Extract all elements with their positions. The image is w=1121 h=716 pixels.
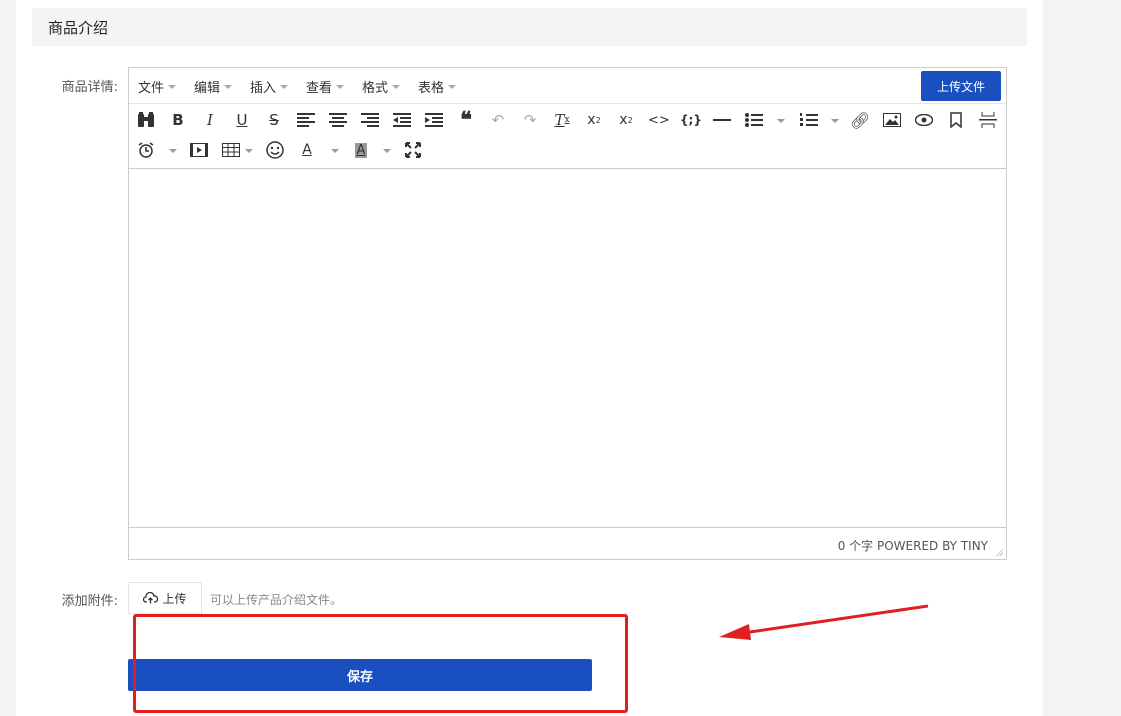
horizontal-rule-icon[interactable] bbox=[712, 109, 732, 131]
menu-edit[interactable]: 编辑 bbox=[194, 77, 233, 96]
editor-menubar: 文件 编辑 插入 查看 格式 表格 上传文件 bbox=[129, 68, 1006, 104]
chevron-down-icon bbox=[280, 84, 289, 89]
subscript-icon[interactable]: x2 bbox=[584, 109, 604, 131]
outdent-icon[interactable] bbox=[392, 109, 412, 131]
italic-icon[interactable]: I bbox=[200, 109, 220, 131]
section-header: 商品介绍 bbox=[32, 8, 1027, 46]
code-sample-icon[interactable]: {;} bbox=[680, 109, 702, 131]
attachment-label: 添加附件: bbox=[61, 594, 118, 609]
background-color-icon[interactable]: A bbox=[351, 139, 371, 161]
editor-content-area[interactable] bbox=[129, 168, 1006, 528]
menu-edit-label: 编辑 bbox=[194, 81, 221, 96]
chevron-down-icon[interactable] bbox=[169, 149, 177, 153]
superscript-icon[interactable]: x2 bbox=[616, 109, 636, 131]
align-center-icon[interactable] bbox=[328, 109, 348, 131]
section-title: 商品介绍 bbox=[48, 18, 109, 37]
redo-icon[interactable]: ↷ bbox=[520, 109, 540, 131]
word-count-status: 0 个字 POWERED BY TINY bbox=[837, 539, 988, 553]
clear-format-icon[interactable]: Tx bbox=[552, 109, 572, 131]
upload-button[interactable]: 上传 bbox=[128, 582, 202, 614]
menu-table-label: 表格 bbox=[418, 81, 445, 96]
menu-format[interactable]: 格式 bbox=[362, 77, 401, 96]
page-break-icon[interactable] bbox=[978, 109, 998, 131]
editor-toolbar-row-1: B I U S ❝ ↶ ↷ Tx x2 x2 <> {;} 🔗︎ bbox=[129, 104, 1006, 134]
numbered-list-icon[interactable] bbox=[799, 109, 819, 131]
menu-table[interactable]: 表格 bbox=[418, 77, 457, 96]
annotation-arrow-icon bbox=[719, 604, 929, 640]
chevron-down-icon bbox=[168, 84, 177, 89]
upload-file-button[interactable]: 上传文件 bbox=[921, 71, 1001, 101]
blockquote-icon[interactable]: ❝ bbox=[456, 107, 476, 133]
bookmark-icon[interactable] bbox=[946, 109, 966, 131]
menu-insert[interactable]: 插入 bbox=[250, 77, 289, 96]
text-color-icon[interactable]: A bbox=[297, 139, 317, 161]
chevron-down-icon[interactable] bbox=[331, 149, 339, 153]
chevron-down-icon bbox=[392, 84, 401, 89]
align-right-icon[interactable] bbox=[360, 109, 380, 131]
media-icon[interactable] bbox=[189, 139, 209, 161]
emoticon-icon[interactable] bbox=[265, 139, 285, 161]
menu-file[interactable]: 文件 bbox=[138, 77, 177, 96]
find-replace-icon[interactable] bbox=[136, 109, 156, 131]
preview-icon[interactable] bbox=[914, 109, 934, 131]
chevron-down-icon[interactable] bbox=[777, 119, 785, 123]
chevron-down-icon bbox=[336, 84, 345, 89]
rich-text-editor: 文件 编辑 插入 查看 格式 表格 上传文件 B I U S ❝ ↶ ↷ T x… bbox=[128, 67, 1007, 560]
image-icon[interactable] bbox=[882, 109, 902, 131]
chevron-down-icon bbox=[448, 84, 457, 89]
editor-statusbar: 0 个字 POWERED BY TINY bbox=[129, 528, 1006, 559]
chevron-down-icon[interactable] bbox=[383, 149, 391, 153]
indent-icon[interactable] bbox=[424, 109, 444, 131]
strikethrough-icon[interactable]: S bbox=[264, 109, 284, 131]
menu-file-label: 文件 bbox=[138, 81, 165, 96]
menu-insert-label: 插入 bbox=[250, 81, 277, 96]
editor-toolbar-row-2: A A bbox=[129, 134, 1006, 164]
menu-view-label: 查看 bbox=[306, 81, 333, 96]
bullet-list-icon[interactable] bbox=[744, 109, 764, 131]
table-icon[interactable] bbox=[221, 139, 241, 161]
detail-label: 商品详情: bbox=[61, 80, 118, 95]
code-icon[interactable]: <> bbox=[648, 109, 670, 131]
fullscreen-icon[interactable] bbox=[403, 139, 423, 161]
align-left-icon[interactable] bbox=[296, 109, 316, 131]
undo-icon[interactable]: ↶ bbox=[488, 109, 508, 131]
cloud-upload-icon bbox=[143, 592, 159, 604]
resize-handle-icon[interactable] bbox=[995, 548, 1003, 556]
datetime-icon[interactable] bbox=[136, 139, 156, 161]
link-icon[interactable]: 🔗︎ bbox=[850, 109, 870, 131]
chevron-down-icon bbox=[224, 84, 233, 89]
bold-icon[interactable]: B bbox=[168, 109, 188, 131]
save-button[interactable]: 保存 bbox=[128, 659, 592, 691]
upload-hint: 可以上传产品介绍文件。 bbox=[210, 593, 343, 607]
upload-button-label: 上传 bbox=[162, 591, 187, 606]
underline-icon[interactable]: U bbox=[232, 109, 252, 131]
chevron-down-icon[interactable] bbox=[245, 149, 253, 153]
menu-format-label: 格式 bbox=[362, 81, 389, 96]
chevron-down-icon[interactable] bbox=[831, 119, 839, 123]
menu-view[interactable]: 查看 bbox=[306, 77, 345, 96]
